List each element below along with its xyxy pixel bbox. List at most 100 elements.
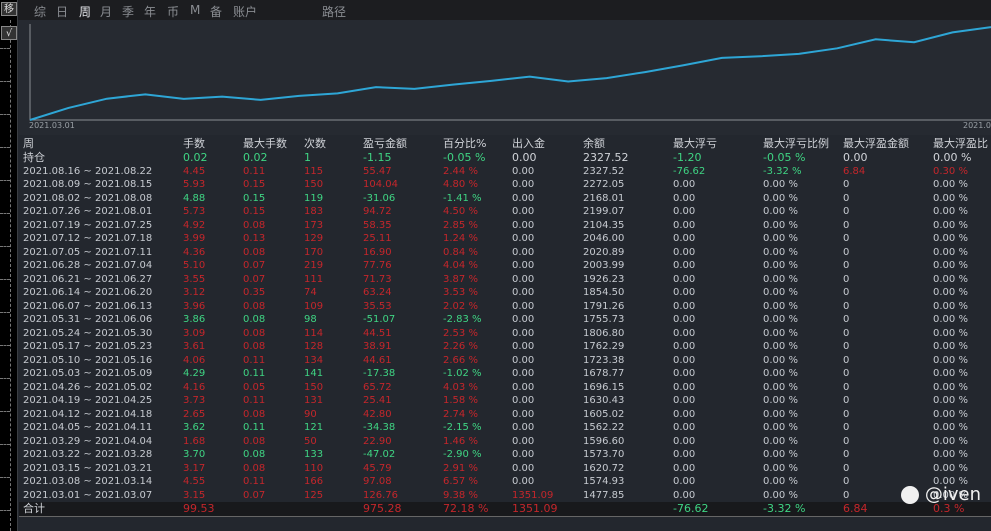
cell-10: 0 — [843, 192, 850, 204]
cell-4: 35.53 — [363, 300, 392, 312]
tab-1[interactable]: 日 — [56, 3, 68, 20]
total-row[interactable]: 合计 99.53 975.28 72.18 % 1351.09 -76.62 -3.32 %… — [19, 502, 991, 517]
table-row[interactable]: 2021.07.26 ~ 2021.08.01 5.73 0.15 183 94.72 4… — [19, 205, 991, 219]
table-row[interactable]: 2021.06.28 ~ 2021.07.04 5.10 0.07 219 77.76 4… — [19, 259, 991, 273]
cell-8: 0.00 — [673, 435, 696, 447]
cell-11: 0.00 % — [933, 381, 968, 393]
cell-4: 16.90 — [363, 246, 392, 258]
table-row[interactable]: 2021.03.08 ~ 2021.03.14 4.55 0.11 166 97.08 6… — [19, 475, 991, 489]
cell-3: 129 — [304, 233, 324, 244]
cell-11: 最大浮盈比 — [933, 137, 988, 150]
table-row[interactable]: 2021.03.29 ~ 2021.04.04 1.68 0.08 50 22.90 1.… — [19, 435, 991, 449]
cell-11: 0.00 % — [933, 206, 968, 217]
cell-9: 0.00 % — [763, 381, 798, 393]
table-row[interactable]: 2021.04.19 ~ 2021.04.25 3.73 0.11 131 25.41 1… — [19, 394, 991, 408]
table-row[interactable]: 2021.04.05 ~ 2021.04.11 3.62 0.11 121 -34.38… — [19, 421, 991, 435]
tab-0[interactable]: 综 — [34, 3, 46, 20]
cell-4: 25.11 — [363, 233, 392, 244]
cell-7: 2199.07 — [583, 206, 625, 217]
table-row[interactable]: 2021.07.05 ~ 2021.07.11 4.36 0.08 170 16.90 0… — [19, 246, 991, 260]
x-start-label: 2021.03.01 — [29, 121, 75, 130]
cell-1: 4.36 — [183, 246, 206, 258]
tab-2[interactable]: 周 — [79, 3, 91, 20]
tick-mark — [0, 114, 10, 115]
cell-11: 0.00 % — [933, 422, 968, 433]
table-row[interactable]: 2021.03.01 ~ 2021.03.07 3.15 0.07 125 126.76… — [19, 489, 991, 503]
cell-6: 0.00 — [512, 381, 535, 393]
cell-2: 0.08 — [243, 219, 266, 231]
cell-4: -17.38 — [363, 368, 396, 379]
cell-10: 0 — [843, 341, 850, 352]
cell-11: 0.00 % — [933, 273, 968, 285]
table-row[interactable]: 2021.05.10 ~ 2021.05.16 4.06 0.11 134 44.61 2… — [19, 354, 991, 368]
table-header[interactable]: 周 手数 最大手数 次数 盈亏金额 百分比% 出入金 余额 最大浮亏 最大浮亏比例 最大浮盈金额 最大… — [19, 137, 991, 151]
cell-10: 0 — [843, 246, 850, 258]
tab-9[interactable]: 账户 — [233, 3, 257, 20]
cell-8: 0.00 — [673, 408, 696, 420]
cell-2: 0.35 — [243, 287, 266, 298]
table-row[interactable]: 2021.05.17 ~ 2021.05.23 3.61 0.08 128 38.91 2… — [19, 340, 991, 354]
cell-1: 手数 — [183, 137, 205, 150]
cell-2: 0.02 — [243, 151, 268, 164]
cell-11: 0.00 % — [933, 368, 968, 379]
cell-5: 2.74 % — [443, 408, 478, 420]
cell-7: 1477.85 — [583, 489, 625, 501]
cell-6: 0.00 — [512, 435, 535, 447]
cell-10: 0 — [843, 273, 850, 285]
table-row[interactable]: 2021.08.09 ~ 2021.08.15 5.93 0.15 150 104.04… — [19, 178, 991, 192]
cell-0: 2021.05.17 ~ 2021.05.23 — [23, 341, 153, 352]
cell-3: 109 — [304, 300, 324, 312]
table-row[interactable]: 2021.03.22 ~ 2021.03.28 3.70 0.08 133 -47.02… — [19, 448, 991, 462]
cell-2: 0.11 — [243, 395, 266, 406]
table-row[interactable]: 2021.07.19 ~ 2021.07.25 4.92 0.08 173 58.35 2… — [19, 219, 991, 233]
cell-5: -2.83 % — [443, 314, 482, 325]
move-button[interactable]: 移 — [1, 2, 17, 16]
tab-7[interactable]: M — [190, 3, 200, 17]
cell-7: 1806.80 — [583, 327, 625, 339]
table-row[interactable]: 2021.06.07 ~ 2021.06.13 3.96 0.08 109 35.53 2… — [19, 300, 991, 314]
table-row[interactable]: 2021.05.24 ~ 2021.05.30 3.09 0.08 114 44.51 2… — [19, 327, 991, 341]
table-row[interactable]: 2021.08.16 ~ 2021.08.22 4.45 0.11 115 55.47 2… — [19, 165, 991, 179]
cell-1: 4.92 — [183, 219, 206, 231]
cell-9: 最大浮亏比例 — [763, 137, 829, 150]
cell-5: 0.84 % — [443, 246, 478, 258]
tab-4[interactable]: 季 — [122, 3, 134, 20]
cell-3: 183 — [304, 206, 324, 217]
tab-5[interactable]: 年 — [144, 3, 156, 20]
table-row[interactable]: 2021.06.21 ~ 2021.06.27 3.55 0.07 111 71.73 3… — [19, 273, 991, 287]
cell-9: 0.00 % — [763, 233, 798, 244]
cell-1: 1.68 — [183, 435, 206, 447]
position-row[interactable]: 持仓 0.02 0.02 1 -1.15 -0.05 % 0.00 2327.52 -1.20 -… — [19, 151, 991, 165]
check-button[interactable]: √ — [1, 26, 17, 40]
cell-9: 0.00 % — [763, 300, 798, 312]
cell-10: 0 — [843, 314, 850, 325]
cell-4: 45.79 — [363, 462, 392, 474]
tab-6[interactable]: 币 — [167, 3, 179, 20]
tick-mark — [0, 312, 10, 313]
cell-11: 0.00 % — [933, 300, 968, 312]
cell-10: 0 — [843, 206, 850, 217]
cell-5: 4.04 % — [443, 260, 478, 271]
cell-0: 2021.03.22 ~ 2021.03.28 — [23, 449, 153, 460]
cell-3: 119 — [304, 192, 324, 204]
cell-5: 2.44 % — [443, 165, 478, 177]
cell-7: 1854.50 — [583, 287, 625, 298]
tick-mark — [0, 246, 10, 247]
cell-6: 0.00 — [512, 273, 535, 285]
cell-11: 0.00 % — [933, 179, 968, 190]
table-row[interactable]: 2021.04.12 ~ 2021.04.18 2.65 0.08 90 42.80 2.… — [19, 408, 991, 422]
cell-0: 2021.07.19 ~ 2021.07.25 — [23, 219, 153, 231]
cell-7: 1574.93 — [583, 476, 625, 487]
table-row[interactable]: 2021.06.14 ~ 2021.06.20 3.12 0.35 74 63.24 3.… — [19, 286, 991, 300]
tab-8[interactable]: 备 — [210, 3, 222, 20]
table-row[interactable]: 2021.04.26 ~ 2021.05.02 4.16 0.05 150 65.72 4… — [19, 381, 991, 395]
table-row[interactable]: 2021.07.12 ~ 2021.07.18 3.99 0.13 129 25.11 1… — [19, 232, 991, 246]
cell-2: 0.15 — [243, 192, 266, 204]
table-row[interactable]: 2021.05.31 ~ 2021.06.06 3.86 0.08 98 -51.07 -… — [19, 313, 991, 327]
table-row[interactable]: 2021.03.15 ~ 2021.03.21 3.17 0.08 110 45.79 2… — [19, 462, 991, 476]
tab-10[interactable]: 路径 — [322, 3, 346, 20]
cell-9: -3.32 % — [763, 502, 806, 515]
table-row[interactable]: 2021.08.02 ~ 2021.08.08 4.88 0.15 119 -31.06… — [19, 192, 991, 206]
tab-3[interactable]: 月 — [100, 3, 112, 20]
table-row[interactable]: 2021.05.03 ~ 2021.05.09 4.29 0.11 141 -17.38… — [19, 367, 991, 381]
